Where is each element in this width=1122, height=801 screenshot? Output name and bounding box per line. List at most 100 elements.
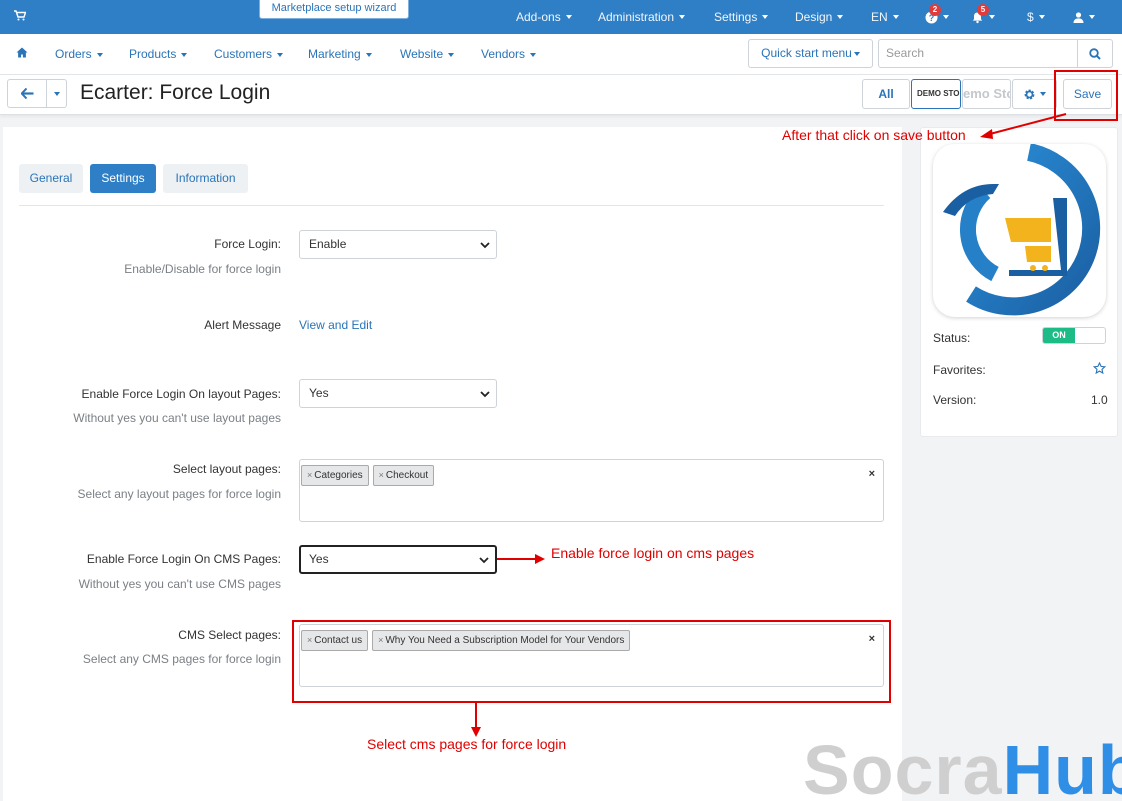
quick-start-menu-button[interactable]: Quick start menu	[748, 39, 873, 68]
chevron-down-icon	[762, 15, 769, 19]
gear-icon	[1023, 88, 1036, 101]
top-bar: Marketplace setup wizard Add-ons Adminis…	[0, 0, 1122, 34]
nav-vendors[interactable]: Vendors	[481, 34, 537, 74]
chevron-down-icon	[277, 52, 284, 57]
store-selector-demo-2[interactable]: emo Sto	[962, 79, 1011, 109]
star-icon[interactable]	[1093, 362, 1106, 375]
currency-label: $	[1027, 10, 1034, 24]
marketplace-setup-wizard-button[interactable]: Marketplace setup wizard	[259, 0, 409, 19]
nav-marketing-label: Marketing	[308, 47, 361, 61]
tag-chip[interactable]: × Checkout	[372, 465, 435, 486]
cms-enable-value: Yes	[309, 552, 329, 566]
nav-marketing[interactable]: Marketing	[308, 34, 372, 74]
layout-enable-label: Enable Force Login On layout Pages:	[81, 387, 281, 401]
chevron-down-icon	[448, 52, 455, 57]
currency-menu[interactable]: $	[1027, 0, 1045, 34]
layout-enable-help: Without yes you can't use layout pages	[73, 411, 281, 425]
chevron-down-icon	[1040, 92, 1046, 96]
main-nav: Orders Products Customers Marketing Webs…	[0, 34, 1122, 75]
chevron-down-icon	[565, 15, 572, 19]
chevron-down-icon	[181, 52, 188, 57]
tab-settings[interactable]: Settings	[90, 164, 156, 193]
topnav-language-label: EN	[871, 10, 888, 24]
topnav-design-label: Design	[795, 10, 833, 24]
search-icon	[1089, 47, 1101, 60]
tab-general[interactable]: General	[19, 164, 83, 193]
socrahub-watermark: SocraHub	[803, 730, 1122, 801]
page-title: Ecarter: Force Login	[80, 81, 271, 104]
store-logo-text: DEMO STO	[917, 89, 960, 98]
chevron-down-icon	[943, 15, 949, 19]
force-login-value: Enable	[309, 237, 347, 251]
search-input[interactable]: Search	[878, 39, 1078, 68]
alert-message-label: Alert Message	[204, 318, 281, 332]
annotation-cms-pages: Select cms pages for force login	[367, 736, 567, 752]
topnav-addons-label: Add-ons	[516, 10, 561, 24]
version-label: Version:	[933, 393, 977, 407]
clear-all-icon[interactable]: ×	[869, 468, 875, 480]
back-dropdown-button[interactable]	[46, 79, 67, 108]
cms-enable-select[interactable]: Yes	[299, 545, 497, 574]
chevron-down-icon	[989, 15, 995, 19]
cms-pages-help: Select any CMS pages for force login	[82, 652, 281, 666]
search-button[interactable]	[1077, 39, 1113, 68]
chevron-down-icon	[480, 390, 490, 398]
help-badge: 2	[929, 4, 941, 16]
topnav-addons[interactable]: Add-ons	[516, 0, 572, 34]
topnav-settings-label: Settings	[714, 10, 758, 24]
chevron-down-icon	[530, 52, 537, 57]
nav-website[interactable]: Website	[400, 34, 455, 74]
watermark-part1: Socra	[803, 731, 1003, 801]
addon-logo	[933, 144, 1106, 317]
addon-sidebar: Status: ON Favorites: Version: 1.0	[920, 127, 1118, 437]
topnav-language[interactable]: EN	[871, 0, 899, 34]
settings-dropdown-button[interactable]	[1012, 79, 1057, 109]
remove-tag-icon[interactable]: ×	[307, 470, 312, 480]
layout-enable-value: Yes	[309, 386, 329, 400]
view-and-edit-link[interactable]: View and Edit	[299, 318, 372, 332]
annotation-cms-enable: Enable force login on cms pages	[551, 545, 755, 561]
status-toggle[interactable]: ON	[1042, 327, 1106, 344]
layout-pages-label: Select layout pages:	[172, 462, 281, 476]
nav-products[interactable]: Products	[129, 34, 188, 74]
nav-vendors-label: Vendors	[481, 47, 526, 61]
layout-pages-help: Select any layout pages for force login	[77, 487, 281, 501]
back-button[interactable]	[7, 79, 47, 108]
nav-orders[interactable]: Orders	[55, 34, 103, 74]
save-highlight-box	[1054, 70, 1118, 121]
nav-customers[interactable]: Customers	[214, 34, 284, 74]
tab-divider	[19, 205, 884, 206]
status-label: Status:	[933, 331, 971, 345]
title-bar: Ecarter: Force Login All DEMO STO emo St…	[0, 75, 1122, 115]
chevron-down-icon	[679, 15, 686, 19]
topnav-settings[interactable]: Settings	[714, 0, 769, 34]
tag-label: Checkout	[385, 470, 429, 481]
user-menu[interactable]	[1073, 0, 1095, 34]
user-icon	[1073, 11, 1084, 23]
home-icon[interactable]	[16, 47, 28, 58]
version-value: 1.0	[1091, 393, 1108, 407]
chevron-down-icon	[365, 52, 372, 57]
nav-customers-label: Customers	[214, 47, 273, 61]
all-stores-button[interactable]: All	[862, 79, 910, 109]
status-on-label: ON	[1043, 328, 1075, 343]
nav-orders-label: Orders	[55, 47, 92, 61]
annotation-save: After that click on save button	[782, 127, 966, 143]
nav-website-label: Website	[400, 47, 444, 61]
layout-enable-select[interactable]: Yes	[299, 379, 497, 408]
cms-enable-label: Enable Force Login On CMS Pages:	[86, 552, 281, 566]
chevron-down-icon	[479, 556, 489, 564]
topnav-administration-label: Administration	[598, 10, 675, 24]
remove-tag-icon[interactable]: ×	[379, 470, 384, 480]
topnav-administration[interactable]: Administration	[598, 0, 686, 34]
cms-enable-help: Without yes you can't use CMS pages	[78, 577, 281, 591]
topnav-design[interactable]: Design	[795, 0, 844, 34]
tag-chip[interactable]: × Categories	[301, 465, 369, 486]
cart-icon[interactable]	[14, 10, 26, 21]
tab-information[interactable]: Information	[163, 164, 248, 193]
chevron-down-icon	[892, 15, 899, 19]
store-selector-demo[interactable]: DEMO STO	[911, 79, 961, 109]
chevron-down-icon	[837, 15, 844, 19]
layout-pages-multiselect[interactable]: × Categories × Checkout ×	[299, 459, 884, 522]
force-login-select[interactable]: Enable	[299, 230, 497, 259]
